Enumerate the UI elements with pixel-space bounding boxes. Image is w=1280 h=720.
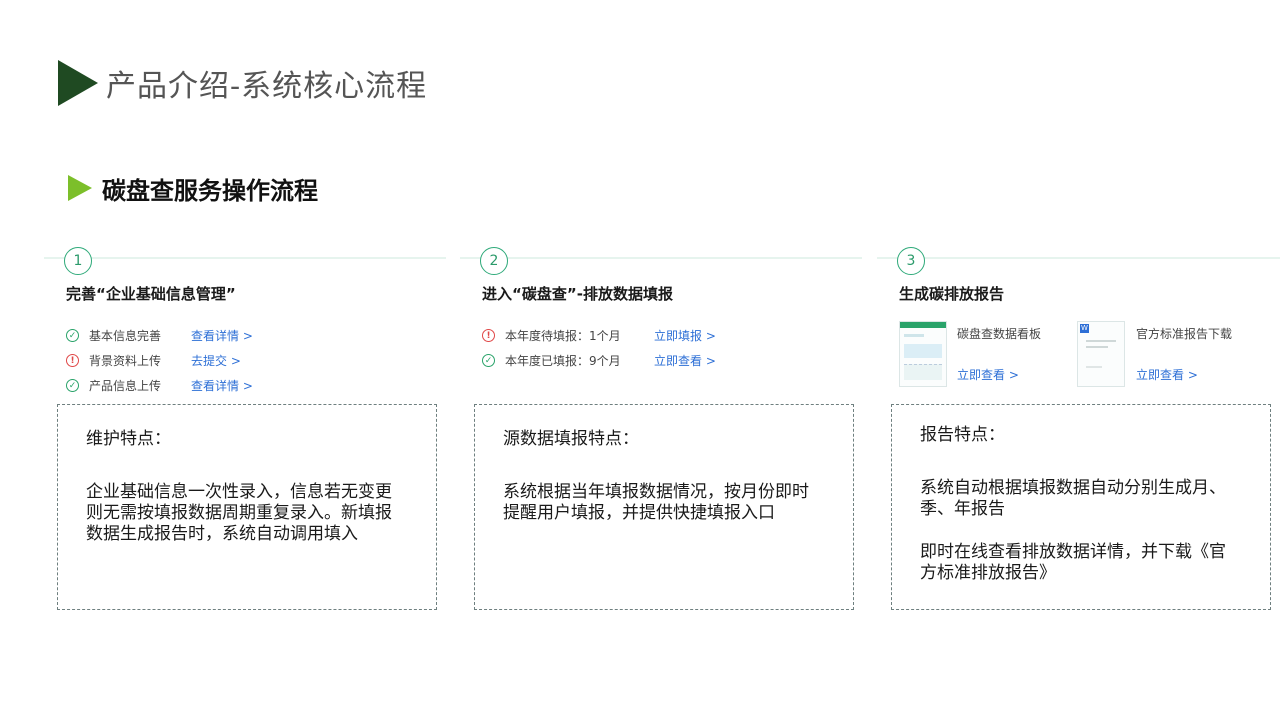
- page-title-text: 产品介绍-系统核心流程: [106, 69, 428, 104]
- feature-box-report: 报告特点： 系统自动根据填报数据自动分别生成月、季、年报告 即时在线查看排放数据…: [891, 404, 1271, 610]
- page-title: 产品介绍-系统核心流程: [58, 60, 427, 106]
- section-title-text: 碳盘查服务操作流程: [102, 175, 318, 205]
- step-card-title: 完善“企业基础信息管理”: [66, 285, 236, 303]
- feature-text: 系统自动根据填报数据自动分别生成月、季、年报告: [920, 478, 1226, 519]
- title-triangle-icon: [58, 60, 98, 106]
- view-details-link[interactable]: 查看详情 >: [191, 327, 253, 344]
- submit-link[interactable]: 去提交 >: [191, 352, 241, 369]
- feature-text: 系统根据当年填报数据情况，按月份即时提醒用户填报，并提供快捷填报入口: [503, 482, 809, 523]
- word-icon: W: [1080, 324, 1089, 333]
- status-list: ! 本年度待填报：1个月 立即填报 > ✓ 本年度已填报：9个月 立即查看 >: [482, 323, 716, 373]
- fill-now-link[interactable]: 立即填报 >: [654, 327, 716, 344]
- step-number-badge: 3: [897, 247, 925, 275]
- list-item: ✓ 本年度已填报：9个月 立即查看 >: [482, 348, 716, 373]
- feature-heading: 报告特点：: [920, 425, 1005, 445]
- feature-heading: 维护特点：: [86, 429, 171, 449]
- step-number-badge: 2: [480, 247, 508, 275]
- word-document-thumbnail[interactable]: W: [1077, 321, 1125, 387]
- step-card-3: 3 生成碳排放报告 碳盘查数据看板 立即查看 > W 官方标准报告下载 立即查看…: [877, 247, 1280, 419]
- exclamation-circle-icon: !: [66, 354, 79, 367]
- item-label: 本年度已填报：9个月: [505, 354, 621, 368]
- view-now-link[interactable]: 立即查看 >: [654, 352, 716, 369]
- step-number-badge: 1: [64, 247, 92, 275]
- feature-heading: 源数据填报特点：: [503, 429, 639, 449]
- list-item: ✓ 产品信息上传 查看详情 >: [66, 373, 253, 398]
- item-label: 基本信息完善: [89, 329, 162, 343]
- play-triangle-icon: [68, 175, 92, 201]
- exclamation-circle-icon: !: [482, 329, 495, 342]
- dashboard-label: 碳盘查数据看板: [957, 327, 1042, 341]
- check-circle-icon: ✓: [66, 329, 79, 342]
- item-label: 产品信息上传: [89, 379, 162, 393]
- step-card-2: 2 进入“碳盘查”-排放数据填报 ! 本年度待填报：1个月 立即填报 > ✓ 本…: [460, 247, 862, 419]
- list-item: ! 本年度待填报：1个月 立即填报 >: [482, 323, 716, 348]
- view-dashboard-link[interactable]: 立即查看 >: [957, 366, 1019, 383]
- report-download-label: 官方标准报告下载: [1136, 327, 1233, 341]
- item-label: 背景资料上传: [89, 354, 162, 368]
- step-card-title: 生成碳排放报告: [899, 285, 1005, 303]
- check-circle-icon: ✓: [482, 354, 495, 367]
- feature-text: 企业基础信息一次性录入，信息若无变更则无需按填报数据周期重复录入。新填报数据生成…: [86, 482, 392, 544]
- check-circle-icon: ✓: [66, 379, 79, 392]
- feature-box-maintenance: 维护特点： 企业基础信息一次性录入，信息若无变更则无需按填报数据周期重复录入。新…: [57, 404, 437, 610]
- status-list: ✓ 基本信息完善 查看详情 > ! 背景资料上传 去提交 > ✓ 产品信息上传 …: [66, 323, 253, 398]
- view-report-link[interactable]: 立即查看 >: [1136, 366, 1198, 383]
- view-details-link[interactable]: 查看详情 >: [191, 377, 253, 394]
- list-item: ! 背景资料上传 去提交 >: [66, 348, 253, 373]
- feature-text: 即时在线查看排放数据详情，并下载《官方标准排放报告》: [920, 542, 1226, 583]
- dashboard-thumbnail[interactable]: [899, 321, 947, 387]
- step-card-title: 进入“碳盘查”-排放数据填报: [482, 285, 673, 303]
- list-item: ✓ 基本信息完善 查看详情 >: [66, 323, 253, 348]
- feature-box-data-entry: 源数据填报特点： 系统根据当年填报数据情况，按月份即时提醒用户填报，并提供快捷填…: [474, 404, 854, 610]
- step-card-1: 1 完善“企业基础信息管理” ✓ 基本信息完善 查看详情 > ! 背景资料上传 …: [44, 247, 446, 419]
- item-label: 本年度待填报：1个月: [505, 329, 621, 343]
- section-title: 碳盘查服务操作流程: [68, 171, 318, 205]
